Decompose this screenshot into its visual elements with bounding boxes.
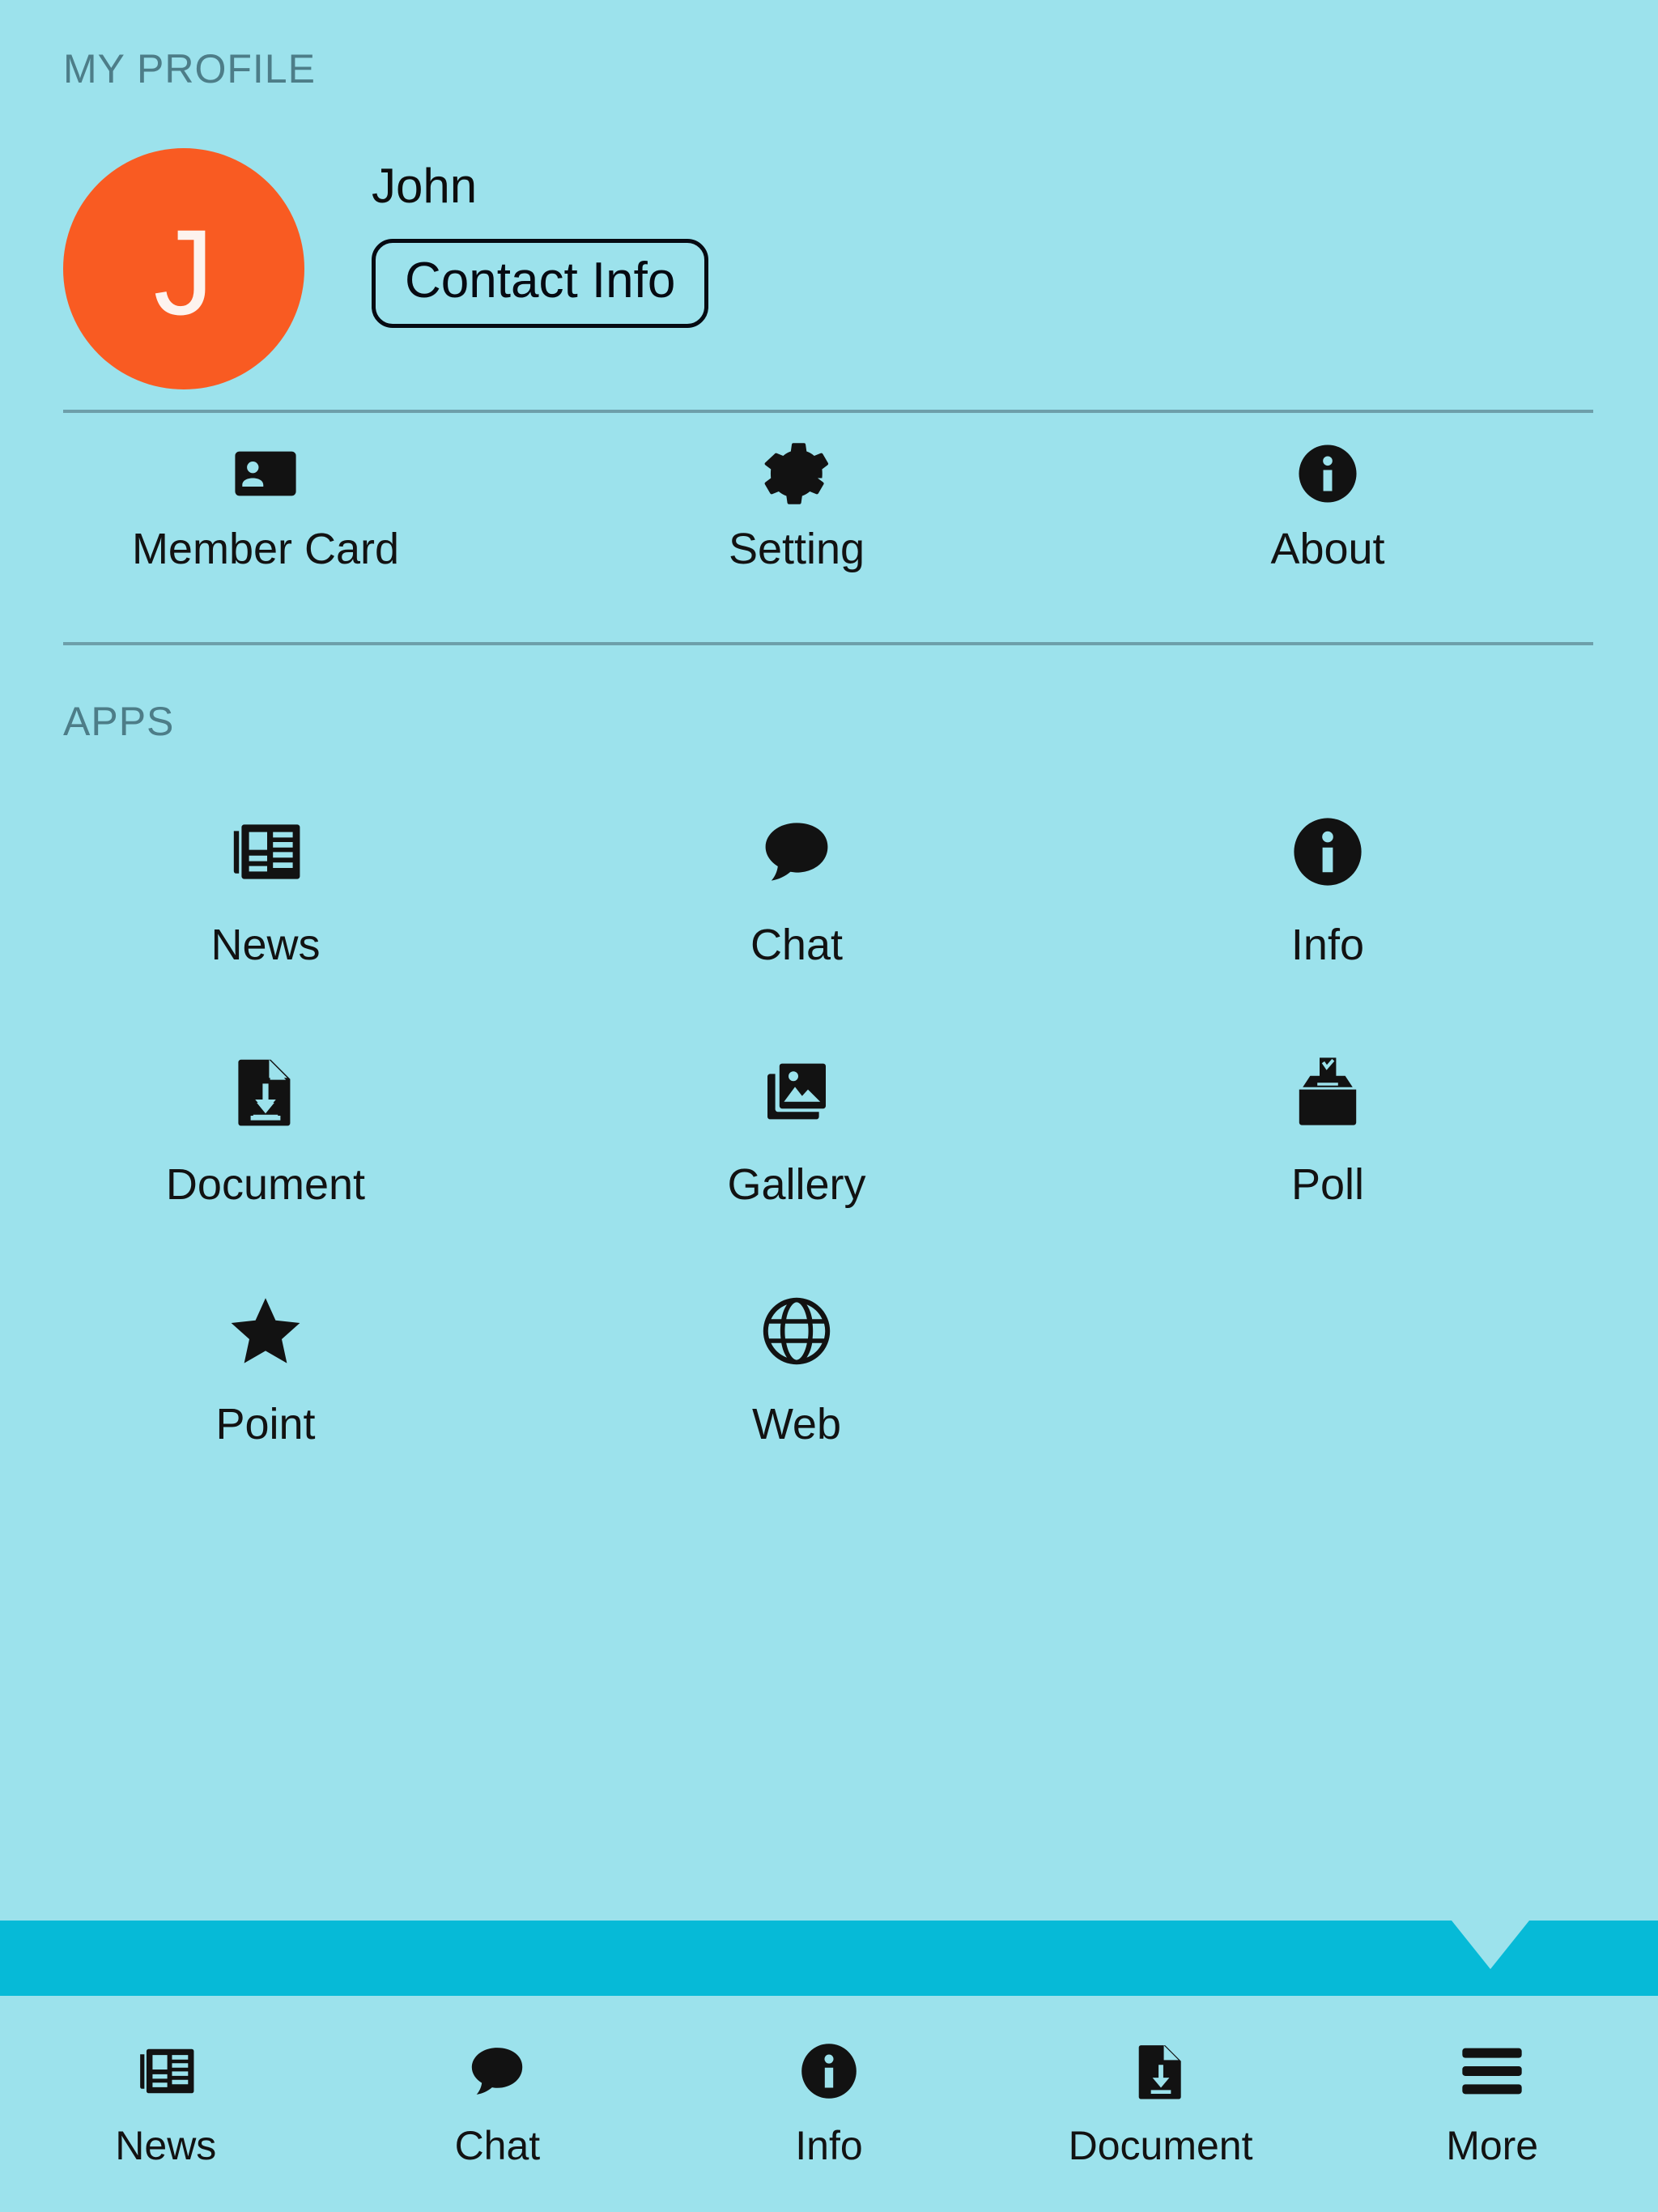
app-item-label: Point — [215, 1400, 316, 1448]
my-profile-section-header: MY PROFILE — [63, 46, 316, 91]
newspaper-icon — [134, 2036, 198, 2106]
profile-info: John Contact Info — [372, 148, 709, 328]
quick-action-member-card[interactable]: Member Card — [0, 441, 531, 571]
quick-action-setting[interactable]: Setting — [531, 441, 1062, 571]
info-circle-icon — [1289, 810, 1367, 894]
avatar[interactable]: J — [63, 148, 304, 389]
avatar-initial: J — [153, 204, 215, 340]
app-item-label: Document — [165, 1160, 366, 1209]
app-item-label: Chat — [750, 921, 844, 969]
apps-section-header: APPS — [63, 699, 175, 744]
nav-item-chat[interactable]: Chat — [332, 2036, 664, 2166]
nav-item-more[interactable]: More — [1326, 2036, 1658, 2166]
contact-info-button[interactable]: Contact Info — [372, 239, 709, 328]
nav-item-label: Info — [795, 2123, 863, 2168]
app-item-label: Info — [1290, 921, 1364, 969]
speech-bubble-icon — [466, 2036, 529, 2106]
app-item-label: News — [210, 921, 321, 969]
app-screen: MY PROFILE J John Contact Info Member Ca… — [0, 0, 1658, 2212]
newspaper-icon — [227, 810, 304, 894]
app-item-point[interactable]: Point — [0, 1289, 531, 1529]
nav-item-label: Chat — [454, 2123, 541, 2168]
speech-bubble-icon — [758, 810, 835, 894]
file-download-icon — [1129, 2036, 1192, 2106]
quick-actions-row: Member Card Setting About — [0, 441, 1593, 571]
globe-icon — [758, 1289, 835, 1373]
hamburger-menu-icon — [1460, 2036, 1524, 2106]
scroll-content: MY PROFILE J John Contact Info Member Ca… — [0, 0, 1658, 1921]
app-item-document[interactable]: Document — [0, 1049, 531, 1289]
profile-block: J John Contact Info — [63, 148, 709, 389]
info-circle-icon — [797, 2036, 861, 2106]
divider-above-quick-actions — [63, 410, 1593, 413]
nav-item-info[interactable]: Info — [663, 2036, 995, 2166]
app-item-news[interactable]: News — [0, 810, 531, 1049]
accent-strip — [0, 1921, 1658, 1996]
id-card-icon — [232, 441, 299, 506]
nav-item-label: More — [1446, 2123, 1539, 2168]
photo-stack-icon — [758, 1049, 835, 1134]
profile-name: John — [372, 159, 478, 213]
app-item-label: Web — [751, 1400, 841, 1448]
app-item-chat[interactable]: Chat — [531, 810, 1062, 1049]
quick-action-label: About — [1270, 525, 1385, 573]
nav-item-label: Document — [1068, 2123, 1253, 2168]
ballot-box-icon — [1289, 1049, 1367, 1134]
app-item-web[interactable]: Web — [531, 1289, 1062, 1529]
app-item-label: Poll — [1290, 1160, 1364, 1209]
app-item-label: Gallery — [727, 1160, 866, 1209]
app-item-gallery[interactable]: Gallery — [531, 1049, 1062, 1289]
quick-action-label: Setting — [728, 525, 865, 573]
nav-item-news[interactable]: News — [0, 2036, 332, 2166]
gear-icon — [763, 441, 830, 506]
info-circle-icon — [1295, 441, 1361, 506]
bottom-navigation-bar: News Chat Info Document More — [0, 1996, 1658, 2212]
apps-grid: News Chat Info Document Gallery Poll Poi… — [0, 810, 1593, 1529]
divider-below-quick-actions — [63, 642, 1593, 645]
quick-action-about[interactable]: About — [1062, 441, 1593, 571]
nav-item-label: News — [115, 2123, 217, 2168]
app-grid-empty-slot — [1062, 1289, 1593, 1529]
file-download-icon — [227, 1049, 304, 1134]
quick-action-label: Member Card — [131, 525, 400, 573]
star-icon — [227, 1289, 304, 1373]
chevron-down-icon — [1452, 1921, 1529, 1969]
app-item-info[interactable]: Info — [1062, 810, 1593, 1049]
app-item-poll[interactable]: Poll — [1062, 1049, 1593, 1289]
nav-item-document[interactable]: Document — [995, 2036, 1327, 2166]
